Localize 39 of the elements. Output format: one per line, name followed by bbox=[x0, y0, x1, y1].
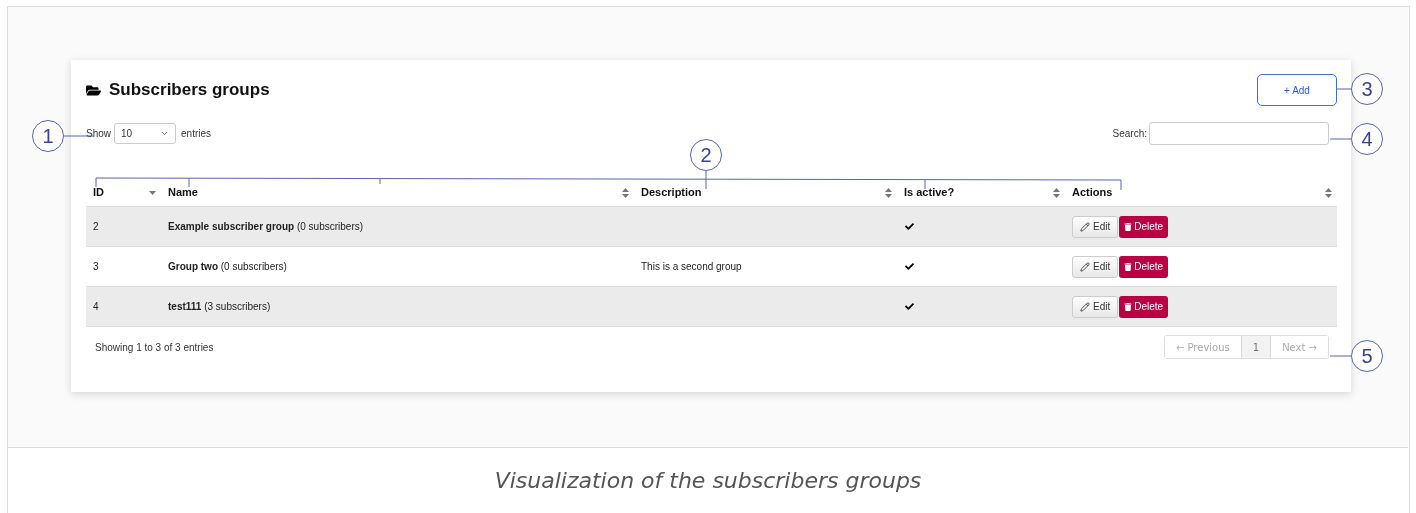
trash-icon bbox=[1124, 222, 1133, 231]
description-cell: This is a second group bbox=[641, 261, 742, 272]
delete-button[interactable]: Delete bbox=[1119, 255, 1169, 278]
leader-line bbox=[1336, 88, 1352, 90]
delete-button[interactable]: Delete bbox=[1119, 215, 1169, 238]
figure-caption: Visualization of the subscribers groups bbox=[494, 466, 922, 495]
show-label: Show bbox=[86, 127, 111, 141]
search-label: Search: bbox=[1112, 127, 1147, 141]
leader-line bbox=[63, 135, 95, 137]
edit-button[interactable]: Edit bbox=[1072, 215, 1119, 238]
chevron-down-icon bbox=[160, 129, 169, 138]
delete-button[interactable]: Delete bbox=[1119, 295, 1169, 318]
column-header[interactable]: Is active? bbox=[897, 184, 1065, 201]
entries-select[interactable]: 10 bbox=[114, 123, 176, 144]
column-header[interactable]: Name bbox=[161, 184, 634, 201]
name-cell: Group two (0 subscribers) bbox=[168, 261, 287, 272]
trash-icon bbox=[1124, 302, 1133, 311]
column-header[interactable]: Description bbox=[634, 184, 897, 201]
leader-line bbox=[1329, 355, 1352, 357]
trash-icon bbox=[1124, 262, 1133, 271]
leader-line bbox=[1329, 138, 1352, 140]
id-cell: 3 bbox=[93, 261, 99, 272]
entries-label: entries bbox=[181, 127, 212, 141]
column-header[interactable]: Actions bbox=[1065, 184, 1337, 201]
pencil-icon bbox=[1080, 261, 1090, 272]
pagination-button[interactable]: 1 bbox=[1240, 336, 1271, 358]
pencil-icon bbox=[1080, 221, 1090, 232]
id-cell: 2 bbox=[93, 221, 99, 232]
card-title: Subscribers groups bbox=[109, 79, 270, 102]
search-field[interactable] bbox=[1149, 122, 1329, 145]
id-cell: 4 bbox=[93, 301, 99, 312]
name-cell: Example subscriber group (0 subscribers) bbox=[168, 221, 364, 232]
name-cell: test111 (3 subscribers) bbox=[168, 301, 271, 312]
entries-info: Showing 1 to 3 of 3 entries bbox=[94, 340, 214, 355]
edit-button[interactable]: Edit bbox=[1072, 295, 1119, 318]
pencil-icon bbox=[1080, 301, 1090, 312]
column-header[interactable]: ID bbox=[86, 184, 161, 201]
edit-button[interactable]: Edit bbox=[1072, 255, 1119, 278]
add-button[interactable]: + Add bbox=[1257, 74, 1337, 106]
